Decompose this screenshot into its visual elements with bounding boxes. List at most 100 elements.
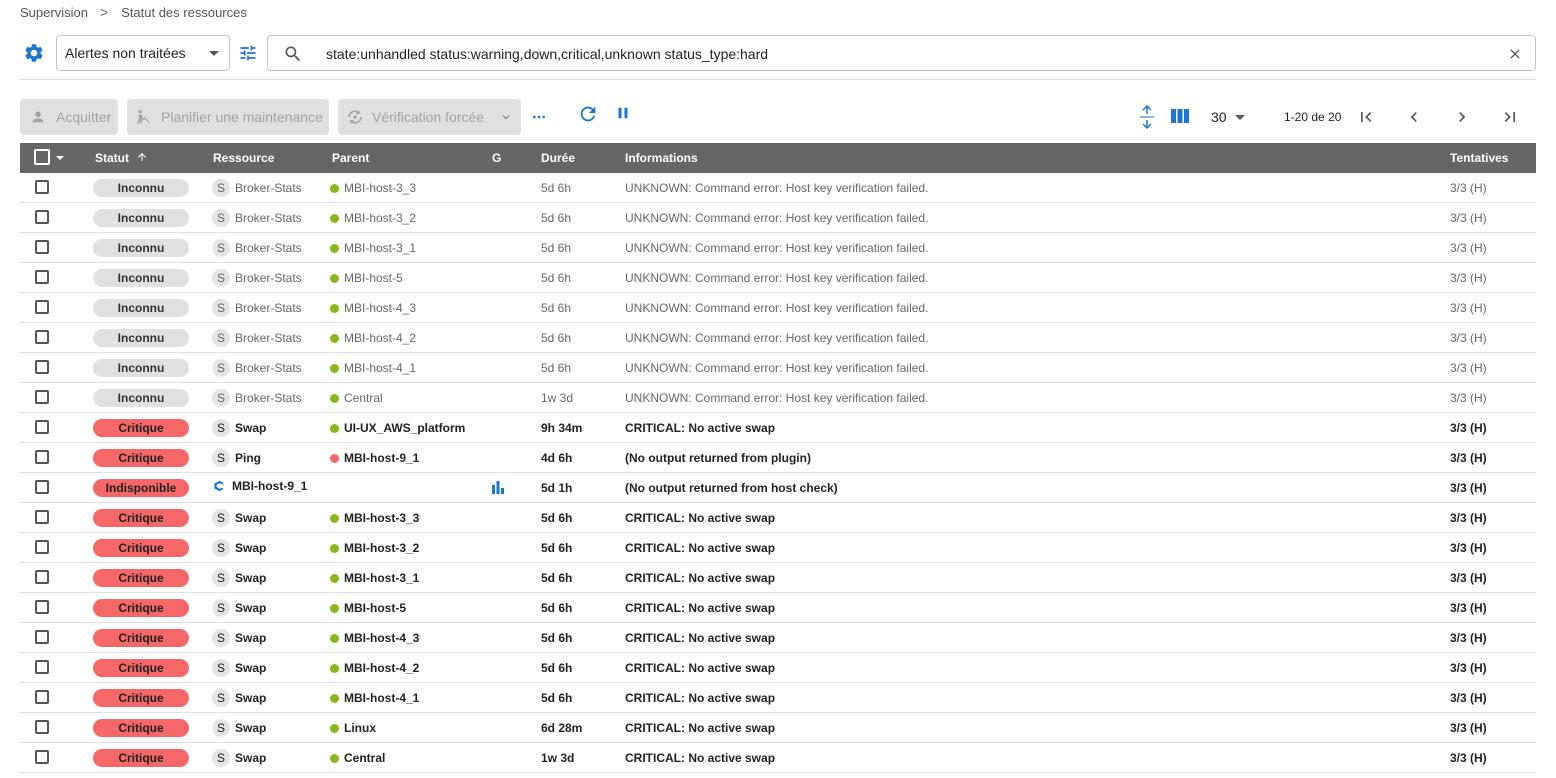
row-checkbox[interactable] [35, 480, 49, 494]
table-row[interactable]: Inconnu S Broker-Stats MBI-host-4_3 5d 6h UNK… [20, 293, 1536, 323]
last-page-icon[interactable] [1500, 107, 1520, 130]
row-checkbox[interactable] [35, 180, 49, 194]
resource-cell[interactable]: S Broker-Stats [212, 329, 302, 347]
table-row[interactable]: Inconnu S Broker-Stats MBI-host-5 5d 6h UNKNO… [20, 263, 1536, 293]
columns-icon[interactable] [1170, 107, 1190, 133]
row-checkbox[interactable] [35, 720, 49, 734]
row-checkbox[interactable] [35, 510, 49, 524]
more-icon[interactable] [531, 109, 547, 128]
caret-down-icon[interactable] [56, 156, 64, 160]
table-row[interactable]: Inconnu S Broker-Stats MBI-host-4_1 5d 6h UNK… [20, 353, 1536, 383]
column-header-resource[interactable]: Ressource [213, 151, 274, 165]
row-checkbox[interactable] [35, 540, 49, 554]
row-checkbox[interactable] [35, 210, 49, 224]
refresh-icon[interactable] [577, 103, 599, 128]
schedule-downtime-button[interactable]: Planifier une maintenance [127, 99, 329, 135]
table-row[interactable]: Critique S Swap MBI-host-3_1 5d 6h CRITICAL: … [20, 563, 1536, 593]
forced-check-button[interactable]: Vérification forcée [338, 99, 521, 135]
search-input[interactable] [326, 44, 1476, 64]
acknowledge-button[interactable]: Acquitter [20, 99, 118, 135]
parent-cell[interactable]: MBI-host-3_1 [330, 241, 416, 255]
parent-cell[interactable]: Linux [330, 721, 376, 735]
previous-page-icon[interactable] [1404, 107, 1424, 130]
parent-cell[interactable]: MBI-host-4_3 [330, 301, 416, 315]
parent-cell[interactable]: Central [330, 751, 385, 765]
column-header-parent[interactable]: Parent [332, 151, 369, 165]
table-row[interactable]: Inconnu S Broker-Stats MBI-host-3_3 5d 6h UNK… [20, 173, 1536, 203]
parent-cell[interactable]: MBI-host-3_1 [330, 571, 419, 585]
resource-cell[interactable]: S Swap [212, 569, 266, 587]
table-row[interactable]: Critique S Swap MBI-host-4_2 5d 6h CRITICAL: … [20, 653, 1536, 683]
resource-cell[interactable]: S Broker-Stats [212, 359, 302, 377]
parent-cell[interactable]: MBI-host-9_1 [330, 451, 419, 465]
parent-cell[interactable]: MBI-host-5 [330, 601, 406, 615]
resource-cell[interactable]: S Broker-Stats [212, 179, 302, 197]
column-header-information[interactable]: Informations [625, 151, 698, 165]
resource-cell[interactable]: S Broker-Stats [212, 239, 302, 257]
parent-cell[interactable]: MBI-host-3_3 [330, 181, 416, 195]
parent-cell[interactable]: MBI-host-4_1 [330, 361, 416, 375]
column-header-duration[interactable]: Durée [541, 151, 575, 165]
table-row[interactable]: Critique S Swap UI-UX_AWS_platform 9h 34m CRI… [20, 413, 1536, 443]
resource-cell[interactable]: S Swap [212, 629, 266, 647]
parent-cell[interactable]: MBI-host-4_1 [330, 691, 419, 705]
breadcrumb-root[interactable]: Supervision [20, 5, 88, 20]
resource-cell[interactable]: S Swap [212, 749, 266, 767]
gear-icon[interactable] [20, 39, 48, 67]
row-checkbox[interactable] [35, 570, 49, 584]
resource-cell[interactable]: S Swap [212, 419, 266, 437]
parent-cell[interactable]: MBI-host-4_2 [330, 661, 419, 675]
column-header-status[interactable]: Statut [95, 151, 148, 165]
parent-cell[interactable]: MBI-host-3_3 [330, 511, 419, 525]
table-row[interactable]: Critique S Swap Linux 6d 28m CRITICAL: No act… [20, 713, 1536, 743]
column-header-tries[interactable]: Tentatives [1450, 151, 1508, 165]
next-page-icon[interactable] [1452, 107, 1472, 130]
resource-cell[interactable]: S Swap [212, 539, 266, 557]
row-checkbox[interactable] [35, 690, 49, 704]
row-checkbox[interactable] [35, 600, 49, 614]
parent-cell[interactable]: Central [330, 391, 383, 405]
parent-cell[interactable]: MBI-host-3_2 [330, 211, 416, 225]
parent-cell[interactable]: UI-UX_AWS_platform [330, 421, 465, 435]
resource-cell[interactable]: MBI-host-9_1 [212, 479, 307, 493]
row-checkbox[interactable] [35, 390, 49, 404]
table-row[interactable]: Critique S Swap MBI-host-4_1 5d 6h CRITICAL: … [20, 683, 1536, 713]
resource-cell[interactable]: S Broker-Stats [212, 209, 302, 227]
density-icon[interactable] [1138, 104, 1156, 130]
row-checkbox[interactable] [35, 240, 49, 254]
row-checkbox[interactable] [35, 360, 49, 374]
row-checkbox[interactable] [35, 330, 49, 344]
row-checkbox[interactable] [35, 630, 49, 644]
resource-cell[interactable]: S Swap [212, 509, 266, 527]
table-row[interactable]: Critique S Ping MBI-host-9_1 4d 6h (No output… [20, 443, 1536, 473]
row-checkbox[interactable] [35, 450, 49, 464]
tune-icon[interactable] [238, 43, 258, 63]
filter-select[interactable]: Alertes non traitées [56, 35, 230, 71]
resource-cell[interactable]: S Swap [212, 659, 266, 677]
table-row[interactable]: Critique S Swap MBI-host-5 5d 6h CRITICAL: No… [20, 593, 1536, 623]
row-checkbox[interactable] [35, 300, 49, 314]
table-row[interactable]: Critique S Swap MBI-host-3_2 5d 6h CRITICAL: … [20, 533, 1536, 563]
close-icon[interactable] [1507, 46, 1523, 65]
resource-cell[interactable]: S Broker-Stats [212, 299, 302, 317]
table-row[interactable]: Indisponible MBI-host-9_1 5d 1h (No output … [20, 473, 1536, 503]
row-checkbox[interactable] [35, 270, 49, 284]
table-row[interactable]: Inconnu S Broker-Stats MBI-host-3_1 5d 6h UNK… [20, 233, 1536, 263]
parent-cell[interactable]: MBI-host-4_3 [330, 631, 419, 645]
table-row[interactable]: Inconnu S Broker-Stats MBI-host-4_2 5d 6h UNK… [20, 323, 1536, 353]
resource-cell[interactable]: S Broker-Stats [212, 269, 302, 287]
rows-per-page-select[interactable]: 30 [1211, 109, 1245, 125]
resource-cell[interactable]: S Ping [212, 449, 261, 467]
table-row[interactable]: Inconnu S Broker-Stats Central 1w 3d UNKNOWN:… [20, 383, 1536, 413]
row-checkbox[interactable] [35, 420, 49, 434]
resource-cell[interactable]: S Swap [212, 689, 266, 707]
resource-cell[interactable]: S Swap [212, 719, 266, 737]
first-page-icon[interactable] [1356, 107, 1376, 130]
resource-cell[interactable]: S Swap [212, 599, 266, 617]
parent-cell[interactable]: MBI-host-4_2 [330, 331, 416, 345]
table-row[interactable]: Critique S Swap MBI-host-3_3 5d 6h CRITICAL: … [20, 503, 1536, 533]
table-row[interactable]: Inconnu S Broker-Stats MBI-host-3_2 5d 6h UNK… [20, 203, 1536, 233]
select-all-checkbox[interactable] [34, 149, 50, 165]
resource-cell[interactable]: S Broker-Stats [212, 389, 302, 407]
table-row[interactable]: Critique S Swap MBI-host-4_3 5d 6h CRITICAL: … [20, 623, 1536, 653]
